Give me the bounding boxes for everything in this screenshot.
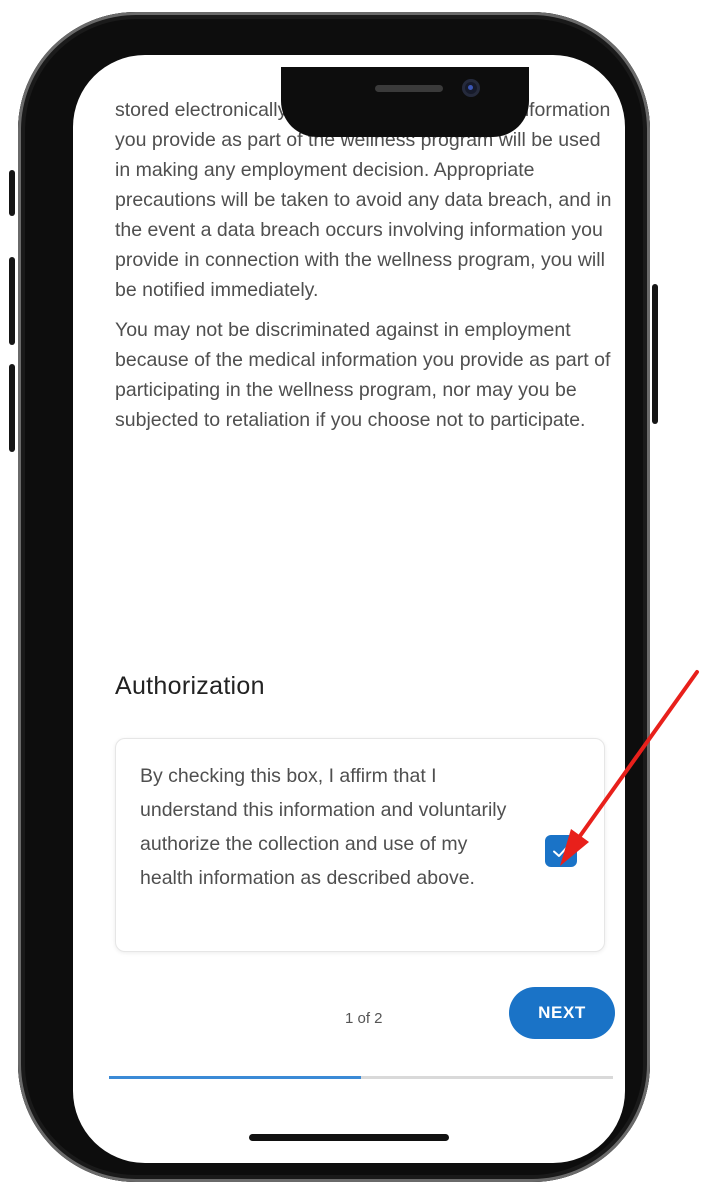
notch (281, 67, 529, 137)
volume-down-button (9, 364, 15, 452)
consent-paragraph: You may not be discriminated against in … (115, 319, 611, 431)
consent-body-text: stored electronically will be encrypted,… (115, 95, 615, 445)
screen: stored electronically will be encrypted,… (73, 55, 625, 1163)
speaker-grille (375, 85, 443, 92)
page-indicator: 1 of 2 (345, 1010, 383, 1027)
progress-bar (109, 1076, 613, 1079)
mute-switch (9, 170, 15, 216)
progress-bar-fill (109, 1076, 361, 1079)
camera-icon (462, 79, 480, 97)
next-button[interactable]: NEXT (509, 987, 615, 1039)
volume-up-button (9, 257, 15, 345)
authorization-checkbox[interactable] (545, 835, 577, 867)
check-icon (553, 844, 570, 857)
authorization-text: By checking this box, I affirm that I un… (140, 765, 507, 889)
power-button (652, 284, 658, 424)
authorization-card: By checking this box, I affirm that I un… (115, 738, 605, 952)
section-title-authorization: Authorization (115, 672, 265, 700)
phone-frame: stored electronically will be encrypted,… (9, 12, 658, 1182)
home-indicator (249, 1134, 449, 1141)
